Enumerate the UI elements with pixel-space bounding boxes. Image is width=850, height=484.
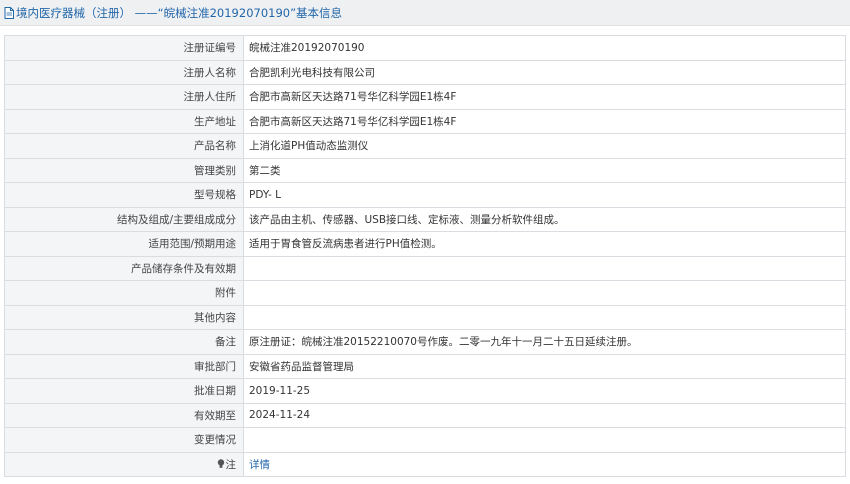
model-spec-value: PDY- L [243,182,846,208]
product-name-label: 产品名称 [4,133,244,159]
table-row-storage-validity: 产品储存条件及有效期 [4,255,846,281]
table-row-management-category: 管理类别 第二类 [4,157,846,183]
approval-department-value: 安徽省药品监督管理局 [243,353,846,379]
table-row-valid-until: 有效期至 2024-11-24 [4,402,846,428]
intended-use-label: 适用范围/预期用途 [4,231,244,257]
management-category-label: 管理类别 [4,157,244,183]
intended-use-value: 适用于胃食管反流病患者进行PH值检测。 [243,231,846,257]
production-address-label: 生产地址 [4,108,244,134]
approval-date-label: 批准日期 [4,378,244,404]
info-table: 注册证编号 皖械注准20192070190 注册人名称 合肥凯利光电科技有限公司 注册人… [4,35,846,477]
attachment-value [243,280,846,306]
storage-validity-value [243,255,846,281]
table-row-structure-composition: 结构及组成/主要组成成分 该产品由主机、传感器、USB接口线、定标液、测量分析软件… [4,206,846,232]
page-header: 境内医疗器械（注册） ——“皖械注准20192070190”基本信息 [0,0,850,26]
document-icon [4,6,14,19]
table-row-note: 注详情 [4,451,846,477]
change-status-label: 变更情况 [4,427,244,453]
table-row-product-name: 产品名称 上消化道PH值动态监测仪 [4,133,846,159]
note-label: 注 [225,458,237,471]
registration-number-label: 注册证编号 [4,35,244,61]
table-row-registrant-address: 注册人住所 合肥市高新区天达路71号华亿科学园E1栋4F [4,84,846,110]
table-row-registrant-name: 注册人名称 合肥凯利光电科技有限公司 [4,59,846,85]
table-row-other-content: 其他内容 [4,304,846,330]
other-content-label: 其他内容 [4,304,244,330]
product-name-value: 上消化道PH值动态监测仪 [243,133,846,159]
storage-validity-label: 产品储存条件及有效期 [4,255,244,281]
table-row-change-status: 变更情况 [4,427,846,453]
table-row-approval-date: 批准日期 2019-11-25 [4,378,846,404]
registration-number-value: 皖械注准20192070190 [243,35,846,61]
valid-until-value: 2024-11-24 [243,402,846,428]
attachment-label: 附件 [4,280,244,306]
registrant-name-value: 合肥凯利光电科技有限公司 [243,59,846,85]
remarks-label: 备注 [4,329,244,355]
table-row-intended-use: 适用范围/预期用途 适用于胃食管反流病患者进行PH值检测。 [4,231,846,257]
structure-composition-label: 结构及组成/主要组成成分 [4,206,244,232]
registrant-address-label: 注册人住所 [4,84,244,110]
table-row-production-address: 生产地址 合肥市高新区天达路71号华亿科学园E1栋4F [4,108,846,134]
structure-composition-value: 该产品由主机、传感器、USB接口线、定标液、测量分析软件组成。 [243,206,846,232]
table-row-remarks: 备注 原注册证：皖械注准20152210070号作废。二零一九年十一月二十五日延续… [4,329,846,355]
registrant-name-label: 注册人名称 [4,59,244,85]
note-label-cell: 注 [4,451,244,477]
production-address-value: 合肥市高新区天达路71号华亿科学园E1栋4F [243,108,846,134]
management-category-value: 第二类 [243,157,846,183]
table-row-approval-department: 审批部门 安徽省药品监督管理局 [4,353,846,379]
detail-link[interactable]: 详情 [249,459,270,471]
bulb-icon [217,459,225,472]
registrant-address-value: 合肥市高新区天达路71号华亿科学园E1栋4F [243,84,846,110]
change-status-value [243,427,846,453]
table-row-attachment: 附件 [4,280,846,306]
other-content-value [243,304,846,330]
note-value: 详情 [243,451,846,477]
table-row-model-spec: 型号规格 PDY- L [4,182,846,208]
model-spec-label: 型号规格 [4,182,244,208]
remarks-value: 原注册证：皖械注准20152210070号作废。二零一九年十一月二十五日延续注册… [243,329,846,355]
page-title: 境内医疗器械（注册） ——“皖械注准20192070190”基本信息 [16,5,343,20]
approval-date-value: 2019-11-25 [243,378,846,404]
valid-until-label: 有效期至 [4,402,244,428]
approval-department-label: 审批部门 [4,353,244,379]
table-row-registration-number: 注册证编号 皖械注准20192070190 [4,35,846,61]
